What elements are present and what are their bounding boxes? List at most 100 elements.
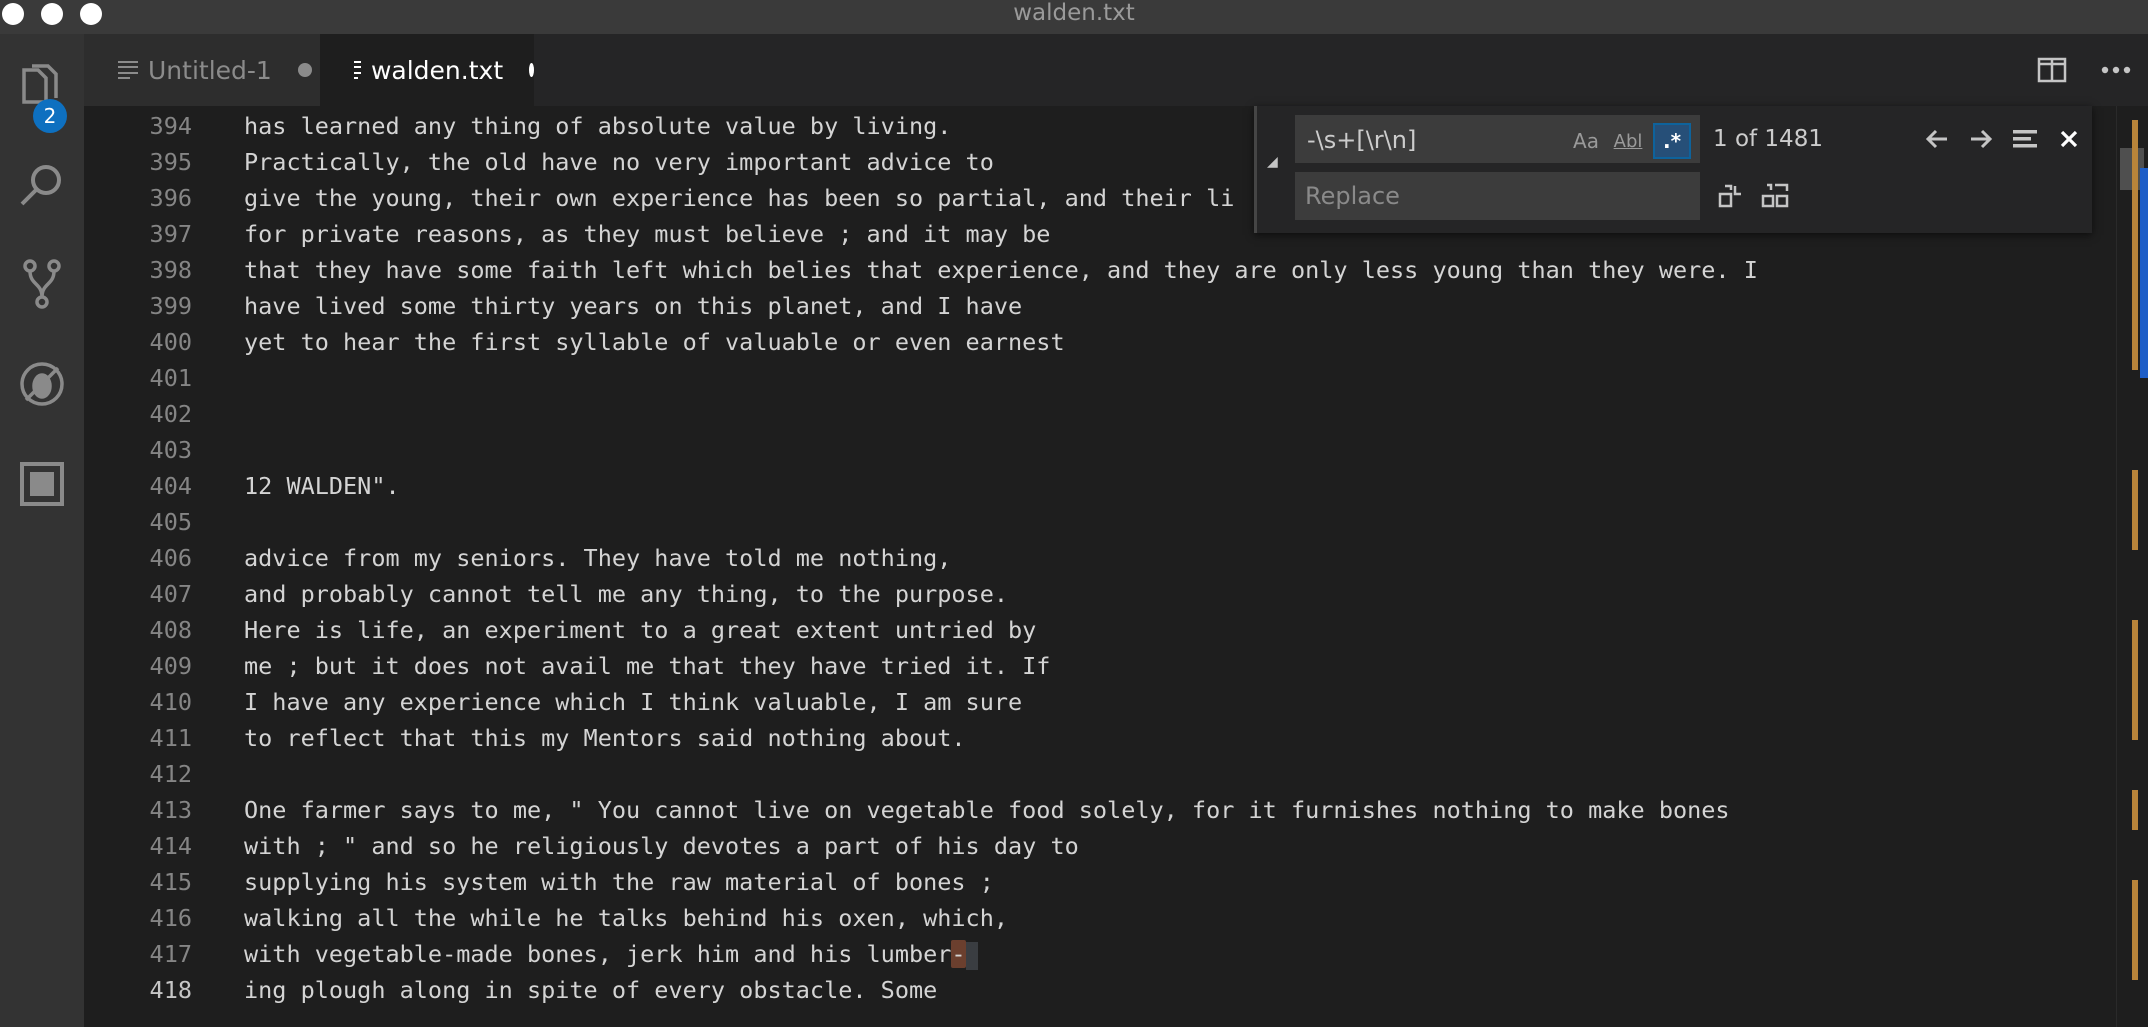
- editor-line[interactable]: 411 to reflect that this my Mentors said …: [84, 720, 2116, 756]
- debug-button[interactable]: [0, 342, 84, 426]
- editor-line[interactable]: 410 I have any experience which I think v…: [84, 684, 2116, 720]
- editor-line[interactable]: 415 supplying his system with the raw mat…: [84, 864, 2116, 900]
- line-text: 12 WALDEN".: [244, 468, 400, 504]
- split-editor-button[interactable]: [2020, 34, 2084, 106]
- editor-line[interactable]: 418 ing plough along in spite of every ob…: [84, 972, 2116, 1008]
- more-actions-button[interactable]: [2084, 34, 2148, 106]
- text-editor[interactable]: 394 has learned any thing of absolute val…: [84, 106, 2116, 1027]
- activity-bar: 2: [0, 34, 84, 1027]
- match-count: 1 of 1481: [1713, 126, 1823, 152]
- line-number: 404: [149, 472, 192, 500]
- overview-ruler-match-marks: [2132, 620, 2138, 740]
- line-text: have lived some thirty years on this pla…: [244, 288, 1022, 324]
- replace-all-icon: [1761, 183, 1789, 208]
- editor-line[interactable]: 417 with vegetable-made bones, jerk him a…: [84, 936, 2116, 972]
- line-text: give the young, their own experience has…: [244, 180, 1234, 216]
- line-text-content: walking all the while he talks behind hi…: [244, 904, 1009, 932]
- line-number: 397: [149, 220, 192, 248]
- line-text: has learned any thing of absolute value …: [244, 108, 951, 144]
- search-icon: [20, 165, 61, 206]
- editor-line[interactable]: 401: [84, 360, 2116, 396]
- replace-one-button[interactable]: [1709, 176, 1753, 216]
- line-number: 402: [149, 400, 192, 428]
- editor-line[interactable]: 403: [84, 432, 2116, 468]
- unsaved-dot-icon[interactable]: [529, 63, 534, 77]
- unsaved-dot-icon[interactable]: [297, 63, 312, 77]
- editor-line[interactable]: 408 Here is life, an experiment to a grea…: [84, 612, 2116, 648]
- line-text-content: Here is life, an experiment to a great e…: [244, 616, 1037, 644]
- overview-ruler-match-marks: [2132, 880, 2138, 980]
- line-number: 411: [149, 724, 192, 752]
- line-number: 403: [149, 436, 192, 464]
- editor-line[interactable]: 404 12 WALDEN".: [84, 468, 2116, 504]
- line-text: advice from my seniors. They have told m…: [244, 540, 951, 576]
- extensions-button[interactable]: [0, 442, 84, 526]
- line-number: 408: [149, 616, 192, 644]
- editor-line[interactable]: 416 walking all the while he talks behind…: [84, 900, 2116, 936]
- previous-match-button[interactable]: [1915, 115, 1959, 163]
- line-text: me ; but it does not avail me that they …: [244, 648, 1050, 684]
- line-number: 418: [149, 976, 192, 1004]
- line-number: 417: [149, 940, 192, 968]
- line-text-content: that they have some faith left which bel…: [244, 256, 1758, 284]
- editor-line[interactable]: 402: [84, 396, 2116, 432]
- editor-line[interactable]: 398 that they have some faith left which …: [84, 252, 2116, 288]
- editor-line[interactable]: 413 One farmer says to me, " You cannot l…: [84, 792, 2116, 828]
- editor-line[interactable]: 409 me ; but it does not avail me that th…: [84, 648, 2116, 684]
- line-text-content: I have any experience which I think valu…: [244, 688, 1023, 716]
- line-text: supplying his system with the raw materi…: [244, 864, 994, 900]
- find-input[interactable]: -\s+[\r\n] Aa Abl .*: [1295, 115, 1700, 163]
- editor-line[interactable]: 399 have lived some thirty years on this …: [84, 288, 2116, 324]
- editor-line[interactable]: 407 and probably cannot tell me any thing…: [84, 576, 2116, 612]
- line-text-content: and probably cannot tell me any thing, t…: [244, 580, 1009, 608]
- editor-line[interactable]: 406 advice from my seniors. They have tol…: [84, 540, 2116, 576]
- line-number: 398: [149, 256, 192, 284]
- line-text-content: with vegetable-made bones, jerk him and …: [244, 940, 952, 968]
- regex-button[interactable]: .*: [1653, 123, 1691, 159]
- overview-ruler-match-marks: [2132, 790, 2138, 830]
- line-text-content: to reflect that this my Mentors said not…: [244, 724, 966, 752]
- line-text: with vegetable-made bones, jerk him and …: [244, 936, 978, 972]
- line-text-content: give the young, their own experience has…: [244, 184, 1235, 212]
- editor-line[interactable]: 412: [84, 756, 2116, 792]
- tab-untitled-1[interactable]: Untitled-1: [84, 34, 320, 106]
- find-in-selection-button[interactable]: [2003, 115, 2047, 163]
- replace-input[interactable]: [1295, 172, 1700, 220]
- line-number: 400: [149, 328, 192, 356]
- toggle-replace-icon[interactable]: ◢: [1267, 154, 1278, 170]
- replace-all-button[interactable]: [1755, 176, 1799, 216]
- line-text: One farmer says to me, " You cannot live…: [244, 792, 1730, 828]
- explorer-button[interactable]: 2: [0, 44, 84, 133]
- line-number: 406: [149, 544, 192, 572]
- source-control-button[interactable]: [0, 242, 84, 326]
- text-file-icon: [354, 61, 361, 79]
- search-view-button[interactable]: [0, 144, 84, 228]
- next-match-button[interactable]: [1959, 115, 2003, 163]
- line-text-content: ing plough along in spite of every obsta…: [244, 976, 938, 1004]
- overview-ruler-match-marks: [2132, 470, 2138, 550]
- line-number: 405: [149, 508, 192, 536]
- tab-walden-txt[interactable]: walden.txt: [320, 34, 534, 106]
- editor-line[interactable]: 414 with ; " and so he religiously devote…: [84, 828, 2116, 864]
- arrow-left-icon: [1925, 129, 1947, 149]
- line-text-content: for private reasons, as they must believ…: [244, 220, 1051, 248]
- explorer-badge: 2: [33, 99, 67, 133]
- split-editor-icon: [2037, 57, 2067, 83]
- tab-label: Untitled-1: [148, 55, 272, 85]
- find-widget: ◢ -\s+[\r\n] Aa Abl .* 1 of 1481: [1254, 106, 2092, 233]
- overview-ruler-selection: [2140, 168, 2148, 378]
- line-text: I have any experience which I think valu…: [244, 684, 1022, 720]
- replace-input-field[interactable]: [1295, 172, 1700, 220]
- match-case-button[interactable]: Aa: [1567, 123, 1605, 159]
- ellipsis-icon: [2101, 66, 2131, 74]
- tab-label: walden.txt: [370, 55, 504, 85]
- whole-word-button[interactable]: Abl: [1609, 123, 1647, 159]
- editor-line[interactable]: 400 yet to hear the first syllable of val…: [84, 324, 2116, 360]
- line-number: 413: [149, 796, 192, 824]
- find-input-value: -\s+[\r\n]: [1307, 126, 1417, 154]
- title-bar: walden.txt: [0, 0, 2148, 34]
- current-match-highlight: -: [951, 940, 966, 968]
- editor-line[interactable]: 405: [84, 504, 2116, 540]
- line-text: Here is life, an experiment to a great e…: [244, 612, 1036, 648]
- close-find-button[interactable]: [2047, 115, 2091, 163]
